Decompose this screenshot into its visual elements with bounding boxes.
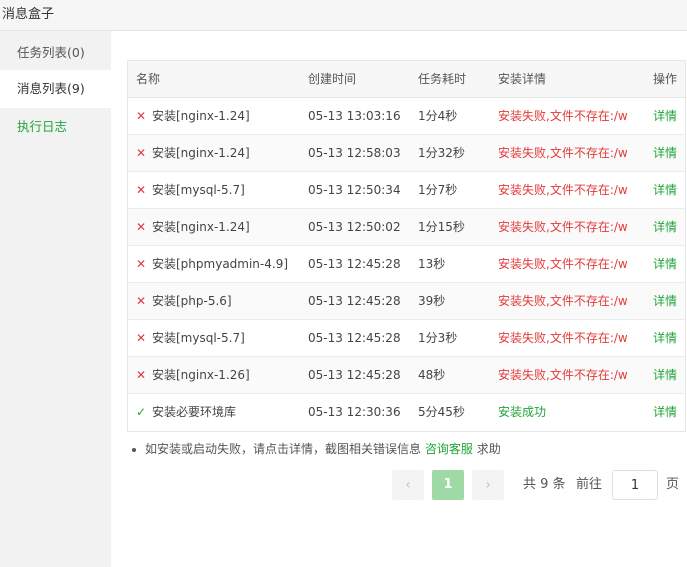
header-install-detail: 安装详情 (498, 72, 547, 86)
install-detail: 安装失败,文件不存在:/ww (498, 109, 628, 123)
task-name: ✕ 安装[mysql-5.7] (136, 172, 301, 209)
task-name: ✕ 安装[nginx-1.24] (136, 209, 301, 246)
task-name: ✕ 安装[phpmyadmin-4.9] (136, 246, 301, 283)
created-time: 05-13 12:45:28 (308, 294, 401, 308)
created-time: 05-13 12:30:36 (308, 405, 401, 419)
page-number-current[interactable]: 1 (432, 470, 464, 500)
detail-link[interactable]: 详情 (653, 246, 681, 283)
detail-link[interactable]: 详情 (653, 135, 681, 172)
task-name: ✕ 安装[nginx-1.26] (136, 357, 301, 394)
created-time: 05-13 12:45:28 (308, 331, 401, 345)
task-name: ✕ 安装[php-5.6] (136, 283, 301, 320)
table-row: ✕ 安装[nginx-1.24] 05-13 13:03:16 1分4秒 安装失败,文件… (128, 98, 685, 135)
table-body: ✕ 安装[nginx-1.24] 05-13 13:03:16 1分4秒 安装失败,文件… (128, 98, 685, 431)
task-name-label: 安装[mysql-5.7] (152, 183, 245, 197)
cross-icon: ✕ (136, 183, 147, 197)
detail-link[interactable]: 详情 (653, 98, 681, 135)
task-duration: 1分3秒 (418, 331, 458, 345)
install-detail: 安装失败,文件不存在:/ww (498, 220, 628, 234)
created-time: 05-13 13:03:16 (308, 109, 401, 123)
task-name-label: 安装[nginx-1.24] (152, 146, 250, 160)
header-created-time: 创建时间 (308, 72, 357, 86)
detail-link[interactable]: 详情 (653, 172, 681, 209)
detail-link[interactable]: 详情 (653, 209, 681, 246)
task-name-label: 安装必要环境库 (152, 405, 237, 419)
task-duration: 13秒 (418, 257, 446, 271)
task-duration: 5分45秒 (418, 405, 465, 419)
task-duration: 1分4秒 (418, 109, 458, 123)
detail-link[interactable]: 详情 (653, 357, 681, 394)
task-name-label: 安装[php-5.6] (152, 294, 232, 308)
table-row: ✕ 安装[phpmyadmin-4.9] 05-13 12:45:28 13秒 安装失败… (128, 246, 685, 283)
window-title: 消息盒子 (2, 7, 55, 22)
note-text: 如安装或启动失败，请点击详情，截图相关错误信息 (145, 442, 422, 456)
cross-icon: ✕ (136, 257, 147, 271)
bullet-icon (132, 447, 136, 452)
table-row: ✕ 安装[nginx-1.26] 05-13 12:45:28 48秒 安装失败,文件不… (128, 357, 685, 394)
header-duration: 任务耗时 (418, 72, 467, 86)
prev-page-button[interactable]: ‹ (392, 470, 424, 500)
install-detail: 安装失败,文件不存在:/ww (498, 257, 628, 271)
task-name-label: 安装[nginx-1.26] (152, 368, 250, 382)
page-unit-label: 页 (666, 477, 680, 492)
task-name-label: 安装[mysql-5.7] (152, 331, 245, 345)
cross-icon: ✕ (136, 109, 147, 123)
cross-icon: ✕ (136, 146, 147, 160)
sidebar-item-task-list[interactable]: 任务列表(0) (0, 34, 111, 71)
sidebar-item-message-list[interactable]: 消息列表(9) (0, 70, 111, 108)
task-name: ✕ 安装[nginx-1.24] (136, 135, 301, 172)
install-detail: 安装成功 (498, 405, 547, 419)
table-row: ✕ 安装[nginx-1.24] 05-13 12:58:03 1分32秒 安装失败,文… (128, 135, 685, 172)
created-time: 05-13 12:45:28 (308, 257, 401, 271)
cross-icon: ✕ (136, 294, 147, 308)
created-time: 05-13 12:45:28 (308, 368, 401, 382)
check-icon: ✓ (136, 405, 147, 419)
install-detail: 安装失败,文件不存在:/ww (498, 331, 628, 345)
help-note: 如安装或启动失败，请点击详情，截图相关错误信息 咨询客服 求助 (132, 440, 501, 457)
message-table: 名称 创建时间 任务耗时 安装详情 操作 ✕ 安装[nginx-1.24] 05-1… (127, 60, 686, 432)
install-detail: 安装失败,文件不存在:/ww (498, 368, 628, 382)
task-duration: 1分15秒 (418, 220, 465, 234)
goto-page-input[interactable] (612, 470, 658, 500)
task-name-label: 安装[nginx-1.24] (152, 109, 250, 123)
created-time: 05-13 12:50:02 (308, 220, 401, 234)
created-time: 05-13 12:50:34 (308, 183, 401, 197)
table-header: 名称 创建时间 任务耗时 安装详情 操作 (128, 61, 685, 98)
task-name: ✕ 安装[nginx-1.24] (136, 98, 301, 135)
title-bar: 消息盒子 (0, 0, 687, 31)
cross-icon: ✕ (136, 220, 147, 234)
task-name: ✓ 安装必要环境库 (136, 394, 301, 431)
task-name-label: 安装[nginx-1.24] (152, 220, 250, 234)
task-duration: 48秒 (418, 368, 446, 382)
install-detail: 安装失败,文件不存在:/ww (498, 146, 628, 160)
table-row: ✕ 安装[php-5.6] 05-13 12:45:28 39秒 安装失败,文件不存在:… (128, 283, 685, 320)
task-name-label: 安装[phpmyadmin-4.9] (152, 257, 289, 271)
sidebar-item-exec-log[interactable]: 执行日志 (0, 108, 111, 145)
contact-support-link[interactable]: 咨询客服 (425, 442, 473, 456)
goto-label: 前往 (576, 477, 603, 492)
install-detail: 安装失败,文件不存在:/ww (498, 294, 628, 308)
created-time: 05-13 12:58:03 (308, 146, 401, 160)
detail-link[interactable]: 详情 (653, 283, 681, 320)
next-page-button[interactable]: › (472, 470, 504, 500)
detail-link[interactable]: 详情 (653, 320, 681, 357)
cross-icon: ✕ (136, 331, 147, 345)
table-row: ✕ 安装[mysql-5.7] 05-13 12:50:34 1分7秒 安装失败,文件不… (128, 172, 685, 209)
install-detail: 安装失败,文件不存在:/ww (498, 183, 628, 197)
cross-icon: ✕ (136, 368, 147, 382)
table-row: ✕ 安装[nginx-1.24] 05-13 12:50:02 1分15秒 安装失败,文… (128, 209, 685, 246)
task-duration: 1分7秒 (418, 183, 458, 197)
total-count: 共 9 条 (523, 477, 566, 492)
pagination: ‹ 1 › 共 9 条 前往 页 (0, 470, 687, 500)
task-duration: 39秒 (418, 294, 446, 308)
detail-link[interactable]: 详情 (653, 394, 681, 431)
task-duration: 1分32秒 (418, 146, 465, 160)
table-row: ✕ 安装[mysql-5.7] 05-13 12:45:28 1分3秒 安装失败,文件不… (128, 320, 685, 357)
header-name: 名称 (136, 72, 161, 86)
header-action: 操作 (653, 72, 678, 86)
note-text-after: 求助 (476, 442, 501, 456)
table-row: ✓ 安装必要环境库 05-13 12:30:36 5分45秒 安装成功 详情 (128, 394, 685, 431)
task-name: ✕ 安装[mysql-5.7] (136, 320, 301, 357)
